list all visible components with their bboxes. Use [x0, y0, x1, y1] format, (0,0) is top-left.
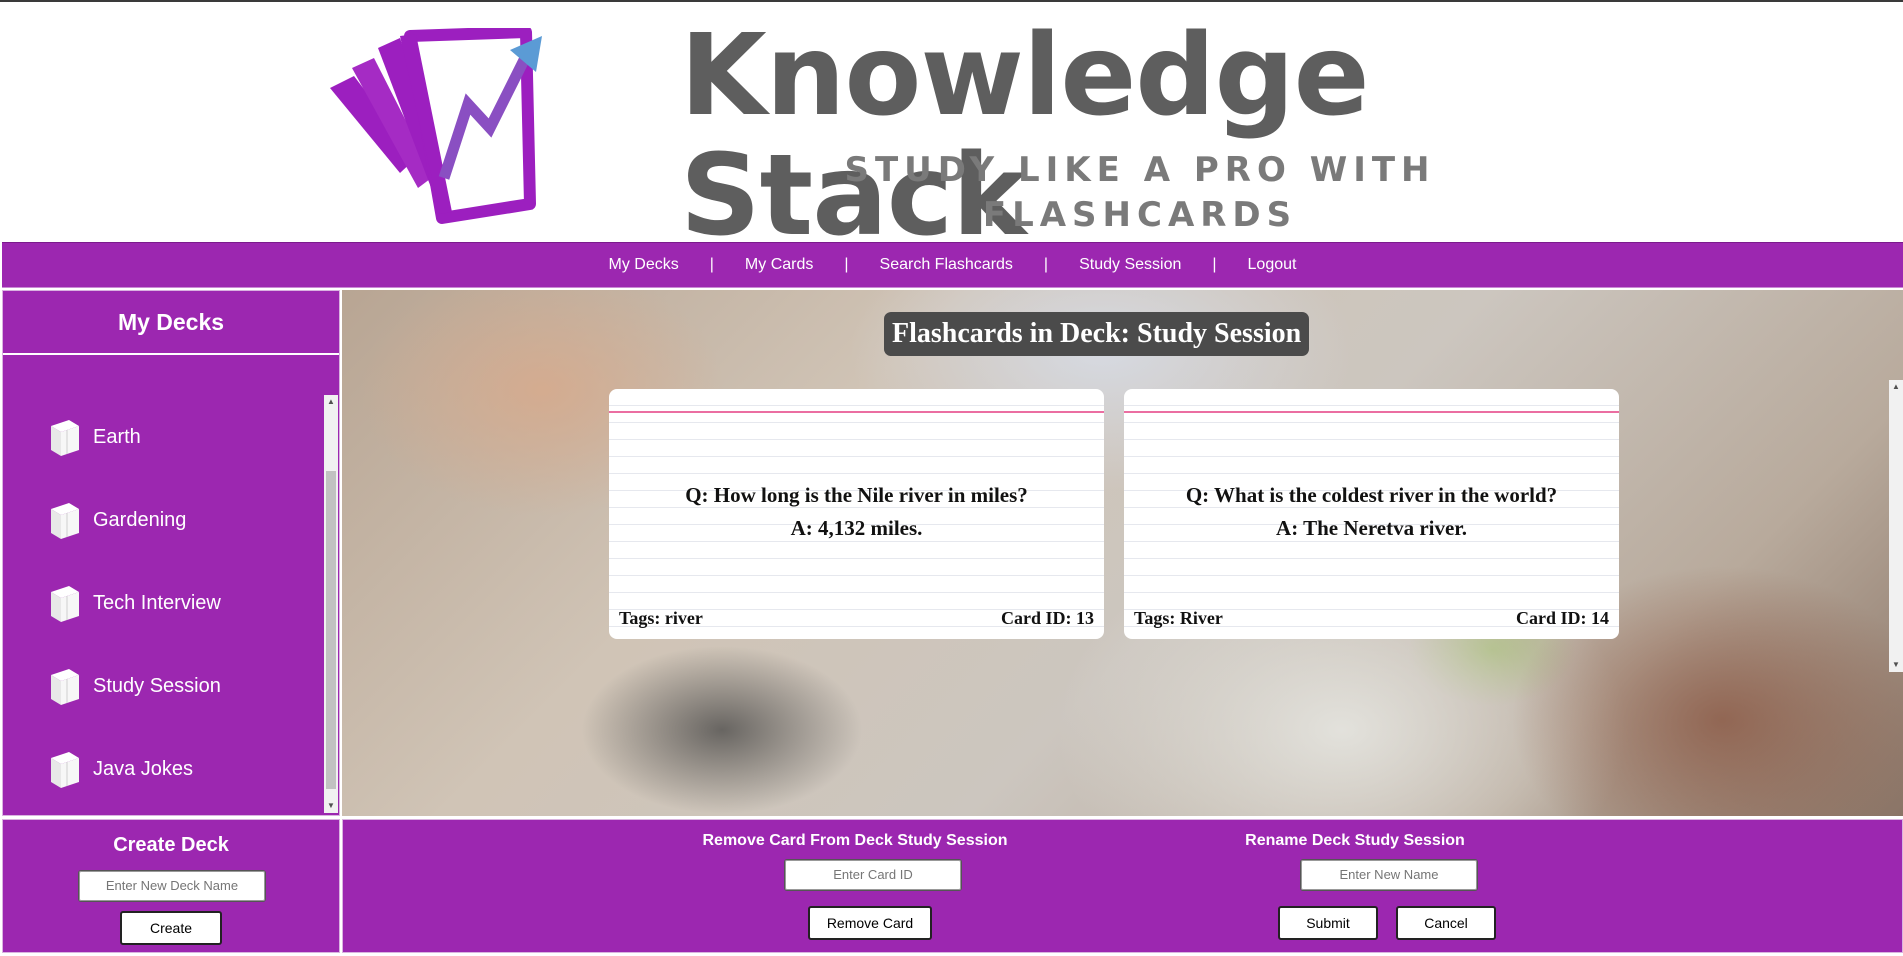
card-top-rule	[609, 411, 1104, 413]
deck-item-study-session[interactable]: Study Session	[3, 645, 323, 728]
main-nav: My Decks | My Cards | Search Flashcards …	[2, 242, 1903, 288]
deck-box-icon	[51, 751, 79, 788]
remove-card-title: Remove Card From Deck Study Session	[702, 832, 1008, 849]
card-answer: A: 4,132 miles.	[790, 516, 923, 540]
sidebar-scrollbar[interactable]: ▲ ▼	[324, 395, 338, 813]
scroll-up-icon[interactable]: ▲	[324, 395, 338, 409]
deck-box-icon	[51, 419, 79, 456]
nav-logout[interactable]: Logout	[1248, 256, 1297, 274]
nav-my-decks[interactable]: My Decks	[609, 256, 679, 274]
card-id-input[interactable]: Enter Card ID	[784, 859, 962, 891]
create-deck-panel: Create Deck Enter New Deck Name Create	[2, 819, 340, 953]
scroll-up-icon[interactable]: ▲	[1889, 380, 1903, 394]
card-tags: Tags: river	[619, 608, 703, 628]
nav-study-session[interactable]: Study Session	[1079, 256, 1181, 274]
card-id: Card ID: 14	[1516, 608, 1609, 628]
card-answer: A: The Neretva river.	[1276, 516, 1467, 540]
scroll-thumb[interactable]	[326, 471, 336, 789]
deck-list: Earth Gardening Tech Interview Study Ses…	[3, 396, 323, 811]
nav-separator: |	[709, 256, 714, 273]
card-question: Q: How long is the Nile river in miles?	[685, 483, 1028, 507]
decks-sidebar: My Decks Earth Gardening Tech Interview …	[2, 290, 340, 816]
deck-item-java-jokes[interactable]: Java Jokes	[3, 728, 323, 811]
deck-box-icon	[51, 502, 79, 539]
site-tagline: STUDY LIKE A PRO WITH FLASHCARDS	[844, 150, 1436, 235]
deck-label: Tech Interview	[93, 592, 221, 614]
nav-my-cards[interactable]: My Cards	[745, 256, 813, 274]
deck-label: Gardening	[93, 509, 187, 531]
deck-label: Java Jokes	[93, 758, 194, 780]
card-tags: Tags: River	[1134, 608, 1223, 628]
create-deck-button[interactable]: Create	[120, 911, 222, 945]
nav-separator: |	[1043, 256, 1049, 273]
card-top-rule	[1124, 411, 1619, 413]
deck-label: Earth	[93, 426, 141, 448]
site-header: Knowledge Stack STUDY LIKE A PRO WITH FL…	[0, 2, 1903, 256]
flashcard[interactable]: Q: What is the coldest river in the worl…	[1124, 389, 1619, 639]
nav-separator: |	[1212, 256, 1217, 273]
deck-actions-panel: Remove Card From Deck Study Session Ente…	[342, 819, 1903, 953]
nav-search-flashcards[interactable]: Search Flashcards	[880, 256, 1013, 274]
scroll-down-icon[interactable]: ▼	[324, 799, 338, 813]
deck-label: Study Session	[93, 675, 221, 697]
deck-item-gardening[interactable]: Gardening	[3, 479, 323, 562]
deck-box-icon	[51, 585, 79, 622]
new-deck-name-input[interactable]: Enter New Deck Name	[78, 870, 266, 902]
deck-box-icon	[51, 668, 79, 705]
rename-deck-title: Rename Deck Study Session	[1245, 832, 1465, 849]
scroll-down-icon[interactable]: ▼	[1889, 658, 1903, 672]
knowledge-stack-logo-icon	[330, 28, 542, 224]
nav-separator: |	[844, 256, 849, 273]
submit-rename-button[interactable]: Submit	[1278, 906, 1378, 940]
deck-item-earth[interactable]: Earth	[3, 396, 323, 479]
sidebar-title: My Decks	[3, 291, 339, 355]
deck-heading: Flashcards in Deck: Study Session	[884, 312, 1310, 356]
remove-card-button[interactable]: Remove Card	[808, 906, 932, 940]
card-content: Q: What is the coldest river in the worl…	[1124, 479, 1619, 545]
card-content: Q: How long is the Nile river in miles? …	[609, 479, 1104, 545]
deck-item-tech-interview[interactable]: Tech Interview	[3, 562, 323, 645]
card-question: Q: What is the coldest river in the worl…	[1185, 483, 1558, 507]
cancel-rename-button[interactable]: Cancel	[1396, 906, 1496, 940]
deck-content-area: Flashcards in Deck: Study Session Q: How…	[342, 290, 1903, 816]
new-deck-name-field[interactable]: Enter New Name	[1300, 859, 1478, 891]
create-deck-title: Create Deck	[113, 834, 229, 856]
content-scrollbar[interactable]: ▲ ▼	[1889, 380, 1903, 672]
card-id: Card ID: 13	[1001, 608, 1094, 628]
flashcard[interactable]: Q: How long is the Nile river in miles? …	[609, 389, 1104, 639]
